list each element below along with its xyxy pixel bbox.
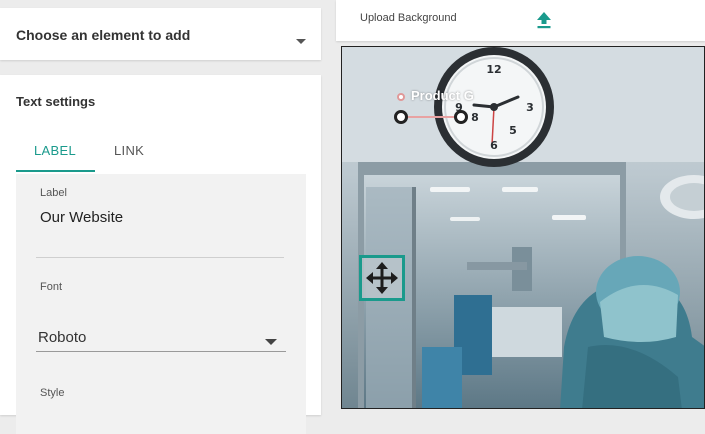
tab-label[interactable]: LABEL xyxy=(34,143,76,158)
upload-background-bar: Upload Background xyxy=(336,0,705,41)
move-handle[interactable] xyxy=(359,255,405,301)
label-input-underline xyxy=(36,257,284,258)
font-select-underline xyxy=(36,351,286,352)
move-arrows-icon xyxy=(366,262,398,294)
label-input[interactable]: Our Website xyxy=(40,209,123,226)
design-canvas[interactable]: 12 3 6 9 8 5 Product G xyxy=(341,46,705,409)
chevron-down-icon[interactable] xyxy=(296,39,306,44)
svg-text:12: 12 xyxy=(486,63,501,76)
text-settings-panel: Text settings LABEL LINK Label Our Websi… xyxy=(0,75,321,434)
font-select[interactable]: Roboto xyxy=(38,329,86,346)
upload-arrow-icon[interactable] xyxy=(536,11,552,29)
tab-link[interactable]: LINK xyxy=(114,143,144,158)
resize-handle-left[interactable] xyxy=(394,110,408,124)
background-photo: 12 3 6 9 8 5 xyxy=(342,47,704,408)
font-field-caption: Font xyxy=(40,281,63,293)
resize-handle-right[interactable] xyxy=(454,110,468,124)
font-select-chevron-down-icon[interactable] xyxy=(265,339,277,345)
svg-text:8: 8 xyxy=(471,111,479,124)
label-form: Label Our Website Font Roboto Style xyxy=(16,174,306,434)
canvas-text-element[interactable]: Product G xyxy=(411,88,474,103)
selection-bar xyxy=(405,116,457,118)
svg-text:6: 6 xyxy=(490,139,498,152)
svg-text:5: 5 xyxy=(509,124,517,137)
element-chooser-dropdown[interactable]: Choose an element to add xyxy=(0,8,321,60)
text-settings-title: Text settings xyxy=(16,94,96,109)
active-tab-indicator xyxy=(16,170,95,172)
upload-background-label: Upload Background xyxy=(360,12,457,24)
element-chooser-label: Choose an element to add xyxy=(16,27,191,43)
style-field-caption: Style xyxy=(40,387,65,399)
label-field-caption: Label xyxy=(40,187,67,199)
rotate-handle[interactable] xyxy=(397,93,405,101)
svg-text:3: 3 xyxy=(526,101,534,114)
